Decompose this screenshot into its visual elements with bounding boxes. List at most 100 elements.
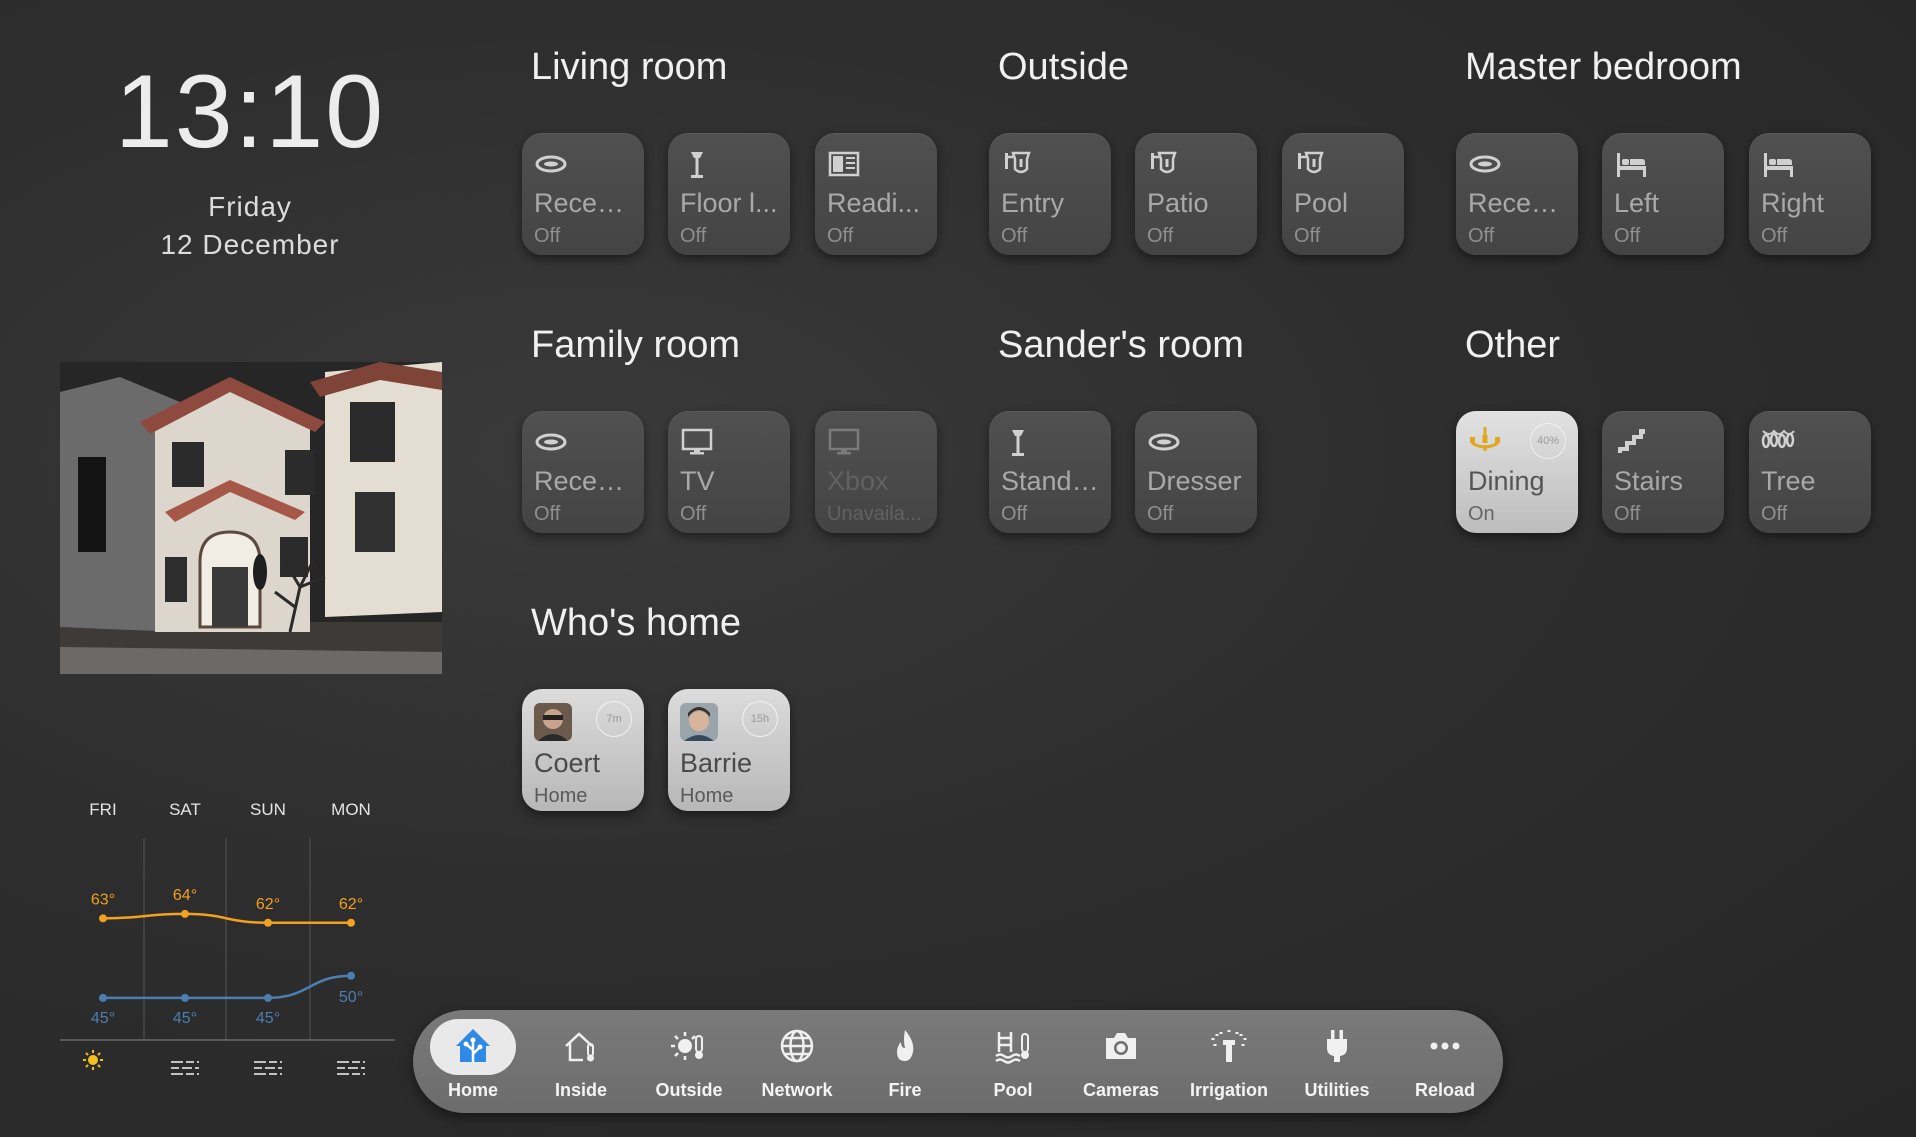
tile-name: Reces... <box>534 189 632 218</box>
person-tile-coert[interactable]: 7m Coert Home <box>522 689 644 811</box>
avatar <box>680 703 718 741</box>
weather-forecast: FRI SAT SUN MON 63° 64° 62° 62° 45° 45° 45° 50° <box>60 790 395 1090</box>
clock-day: Friday <box>208 191 292 223</box>
tile-other-tree[interactable]: Tree Off <box>1749 411 1871 533</box>
tile-outside-pool[interactable]: Pool Off <box>1282 133 1404 255</box>
tile-name: Pool <box>1294 189 1349 218</box>
nav-pool[interactable]: Pool <box>963 1010 1063 1113</box>
tile-state: Off <box>1001 502 1028 525</box>
person-tile-barrie[interactable]: 15h Barrie Home <box>668 689 790 811</box>
nav-network[interactable]: Network <box>747 1010 847 1113</box>
forecast-day-label: SAT <box>169 800 201 819</box>
tile-name: Patio <box>1147 189 1209 218</box>
tile-living-recessed[interactable]: Reces... Off <box>522 133 644 255</box>
bed-icon <box>1764 153 1793 177</box>
time-badge: 7m <box>596 701 632 737</box>
fire-icon <box>897 1030 914 1061</box>
tile-state: Off <box>1294 224 1321 247</box>
tile-name: Reces... <box>1468 189 1566 218</box>
tile-state: Off <box>680 224 707 247</box>
tile-name: Dining <box>1468 467 1545 496</box>
tile-name: Stairs <box>1614 467 1684 496</box>
tile-state: Off <box>534 224 561 247</box>
tile-state: Off <box>1761 224 1788 247</box>
tile-other-stairs[interactable]: Stairs Off <box>1602 411 1724 533</box>
tile-master-right[interactable]: Right Off <box>1749 133 1871 255</box>
tile-outside-entry[interactable]: Entry Off <box>989 133 1111 255</box>
tile-family-xbox[interactable]: Xbox Unavaila... <box>815 411 937 533</box>
forecast-day-label: SUN <box>250 800 286 819</box>
tile-master-left[interactable]: Left Off <box>1602 133 1724 255</box>
nav-label: Cameras <box>1082 1080 1160 1100</box>
nav-label: Reload <box>1414 1080 1475 1100</box>
tile-name: Left <box>1614 189 1660 218</box>
low-temp-label: 45° <box>91 1010 115 1027</box>
tile-living-floor-lamp[interactable]: Floor l... Off <box>668 133 790 255</box>
sprinkler-icon <box>1211 1030 1247 1062</box>
tile-state: Unavaila... <box>827 502 922 525</box>
nav-fire[interactable]: Fire <box>855 1010 955 1113</box>
nav-label: Irrigation <box>1189 1080 1268 1100</box>
nav-irrigation[interactable]: Irrigation <box>1179 1010 1279 1113</box>
tile-name: Readi... <box>827 189 921 218</box>
low-temp-line <box>103 974 352 1000</box>
tile-state: Off <box>1147 224 1174 247</box>
nav-label: Network <box>761 1080 833 1100</box>
high-temp-point <box>264 918 272 927</box>
tile-name: Xbox <box>827 467 889 496</box>
nav-label: Pool <box>993 1080 1033 1100</box>
low-temp-point <box>347 971 355 980</box>
tile-state: Off <box>1001 224 1028 247</box>
nav-cameras[interactable]: Cameras <box>1071 1010 1171 1113</box>
high-temp-label: 62° <box>256 896 280 913</box>
forecast-day-label: FRI <box>89 800 116 819</box>
tile-sander-dresser[interactable]: Dresser Off <box>1135 411 1257 533</box>
recessed-light-icon <box>1148 433 1180 451</box>
tv-icon <box>681 428 713 456</box>
fog-icon <box>337 1061 365 1075</box>
tile-state: Off <box>1468 224 1495 247</box>
nav-reload[interactable]: Reload <box>1395 1010 1495 1113</box>
reading-light-icon <box>828 151 860 177</box>
monitor-icon <box>828 428 860 456</box>
high-temp-point <box>347 918 355 927</box>
tile-family-tv[interactable]: TV Off <box>668 411 790 533</box>
nav-home[interactable]: Home <box>423 1010 523 1113</box>
high-temp-label: 62° <box>339 896 363 913</box>
person-name: Barrie <box>680 749 753 778</box>
tile-sander-standing-lamp[interactable]: Standi... Off <box>989 411 1111 533</box>
section-title-sanders-room: Sander's room <box>998 324 1244 366</box>
tile-name: Dresser <box>1147 467 1242 496</box>
low-temp-label: 50° <box>339 989 363 1006</box>
section-title-other: Other <box>1465 324 1561 366</box>
tile-outside-patio[interactable]: Patio Off <box>1135 133 1257 255</box>
nav-outside[interactable]: Outside <box>639 1010 739 1113</box>
tile-family-recessed[interactable]: Reces... Off <box>522 411 644 533</box>
person-state: Home <box>534 784 588 807</box>
section-title-whos-home: Who's home <box>531 602 742 644</box>
clock-date: 12 December <box>160 229 340 261</box>
time-badge: 15h <box>742 701 778 737</box>
tile-other-dining[interactable]: 40% Dining On <box>1456 411 1578 533</box>
high-temp-point <box>99 914 107 923</box>
tile-master-recessed[interactable]: Reces... Off <box>1456 133 1578 255</box>
weather-chart: FRI SAT SUN MON 63° 64° 62° 62° 45° 45° 45° 50° <box>60 800 395 1075</box>
nav-utilities[interactable]: Utilities <box>1287 1010 1387 1113</box>
nav-inside[interactable]: Inside <box>531 1010 631 1113</box>
tile-name: Standi... <box>1001 467 1099 496</box>
high-temp-point <box>181 909 189 918</box>
bottom-navigation: Home Inside Outside Network Fire Pool Ca… <box>413 1010 1503 1113</box>
nav-label: Outside <box>655 1080 723 1100</box>
floor-lamp-icon <box>1012 430 1024 456</box>
more-dots-icon <box>1430 1042 1460 1050</box>
forecast-day-label: MON <box>331 800 371 819</box>
home-thermostat-icon <box>565 1032 594 1062</box>
tile-state: Off <box>1614 502 1641 525</box>
sunny-icon <box>83 1050 103 1070</box>
tile-living-reading[interactable]: Readi... Off <box>815 133 937 255</box>
recessed-light-icon <box>535 433 567 451</box>
tile-state: Off <box>1761 502 1788 525</box>
recessed-light-icon <box>535 155 567 173</box>
brightness-badge: 40% <box>1530 423 1566 459</box>
nav-label: Inside <box>554 1080 607 1100</box>
